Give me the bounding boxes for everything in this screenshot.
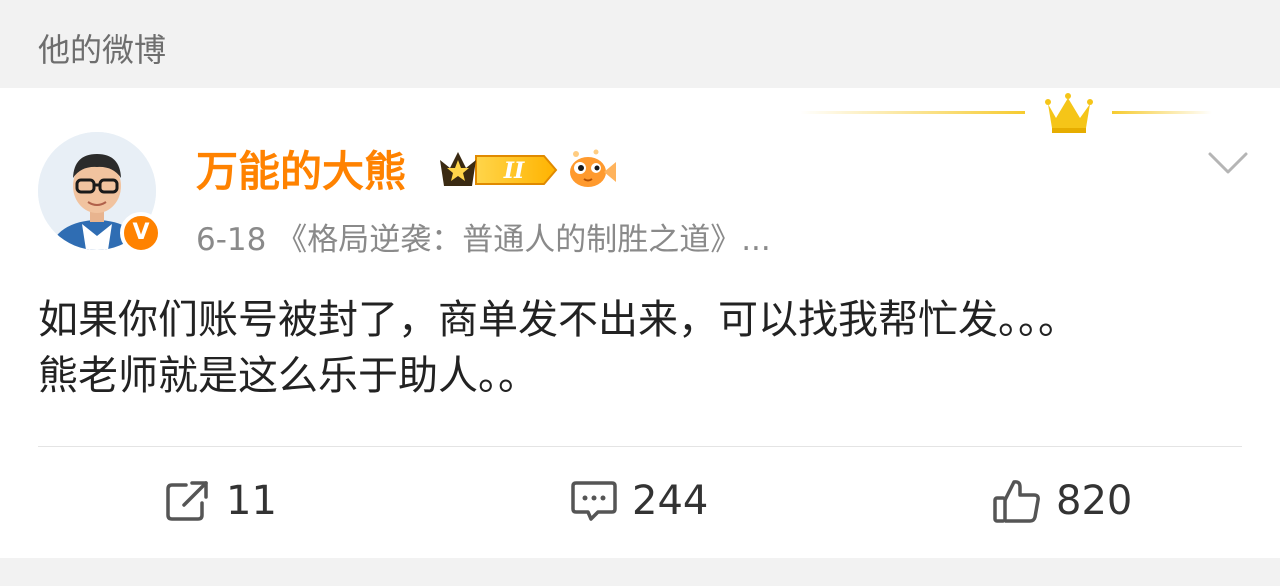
like-count: 820: [1056, 478, 1133, 524]
divider: [38, 446, 1242, 447]
thumbs-up-icon: [993, 480, 1040, 523]
share-icon: [166, 481, 208, 521]
crown-decoration-icon: [800, 93, 1212, 133]
bottom-spacer: [0, 558, 1280, 586]
repost-button[interactable]: 11: [164, 476, 277, 526]
post-text-line: 如果你们账号被封了，商单发不出来，可以找我帮忙发。。。: [38, 297, 1078, 343]
vip-level-label: II: [503, 158, 525, 184]
post-content: 如果你们账号被封了，商单发不出来，可以找我帮忙发。。。 熊老师就是这么乐于助人。…: [38, 292, 1258, 404]
post-card[interactable]: V 万能的大熊 II 6-18 《格局逆袭：普通人的制胜之道》... 如果你们账…: [0, 88, 1280, 558]
verified-badge-icon: V: [120, 212, 162, 254]
username[interactable]: 万能的大熊: [196, 144, 406, 200]
comment-icon: [571, 481, 617, 521]
page-header: 他的微博: [0, 0, 1280, 88]
post-text-line: 熊老师就是这么乐于助人。。: [38, 353, 538, 399]
comment-count: 244: [632, 478, 709, 524]
fish-emoji-icon: [570, 149, 616, 187]
repost-count: 11: [226, 478, 277, 524]
like-button[interactable]: 820: [992, 476, 1132, 526]
chevron-down-icon[interactable]: [1204, 146, 1252, 180]
page-title: 他的微博: [38, 31, 167, 69]
vip-crown-badge-icon[interactable]: II: [436, 146, 560, 194]
comment-button[interactable]: 244: [570, 476, 708, 526]
post-meta[interactable]: 6-18 《格局逆袭：普通人的制胜之道》...: [196, 218, 771, 262]
